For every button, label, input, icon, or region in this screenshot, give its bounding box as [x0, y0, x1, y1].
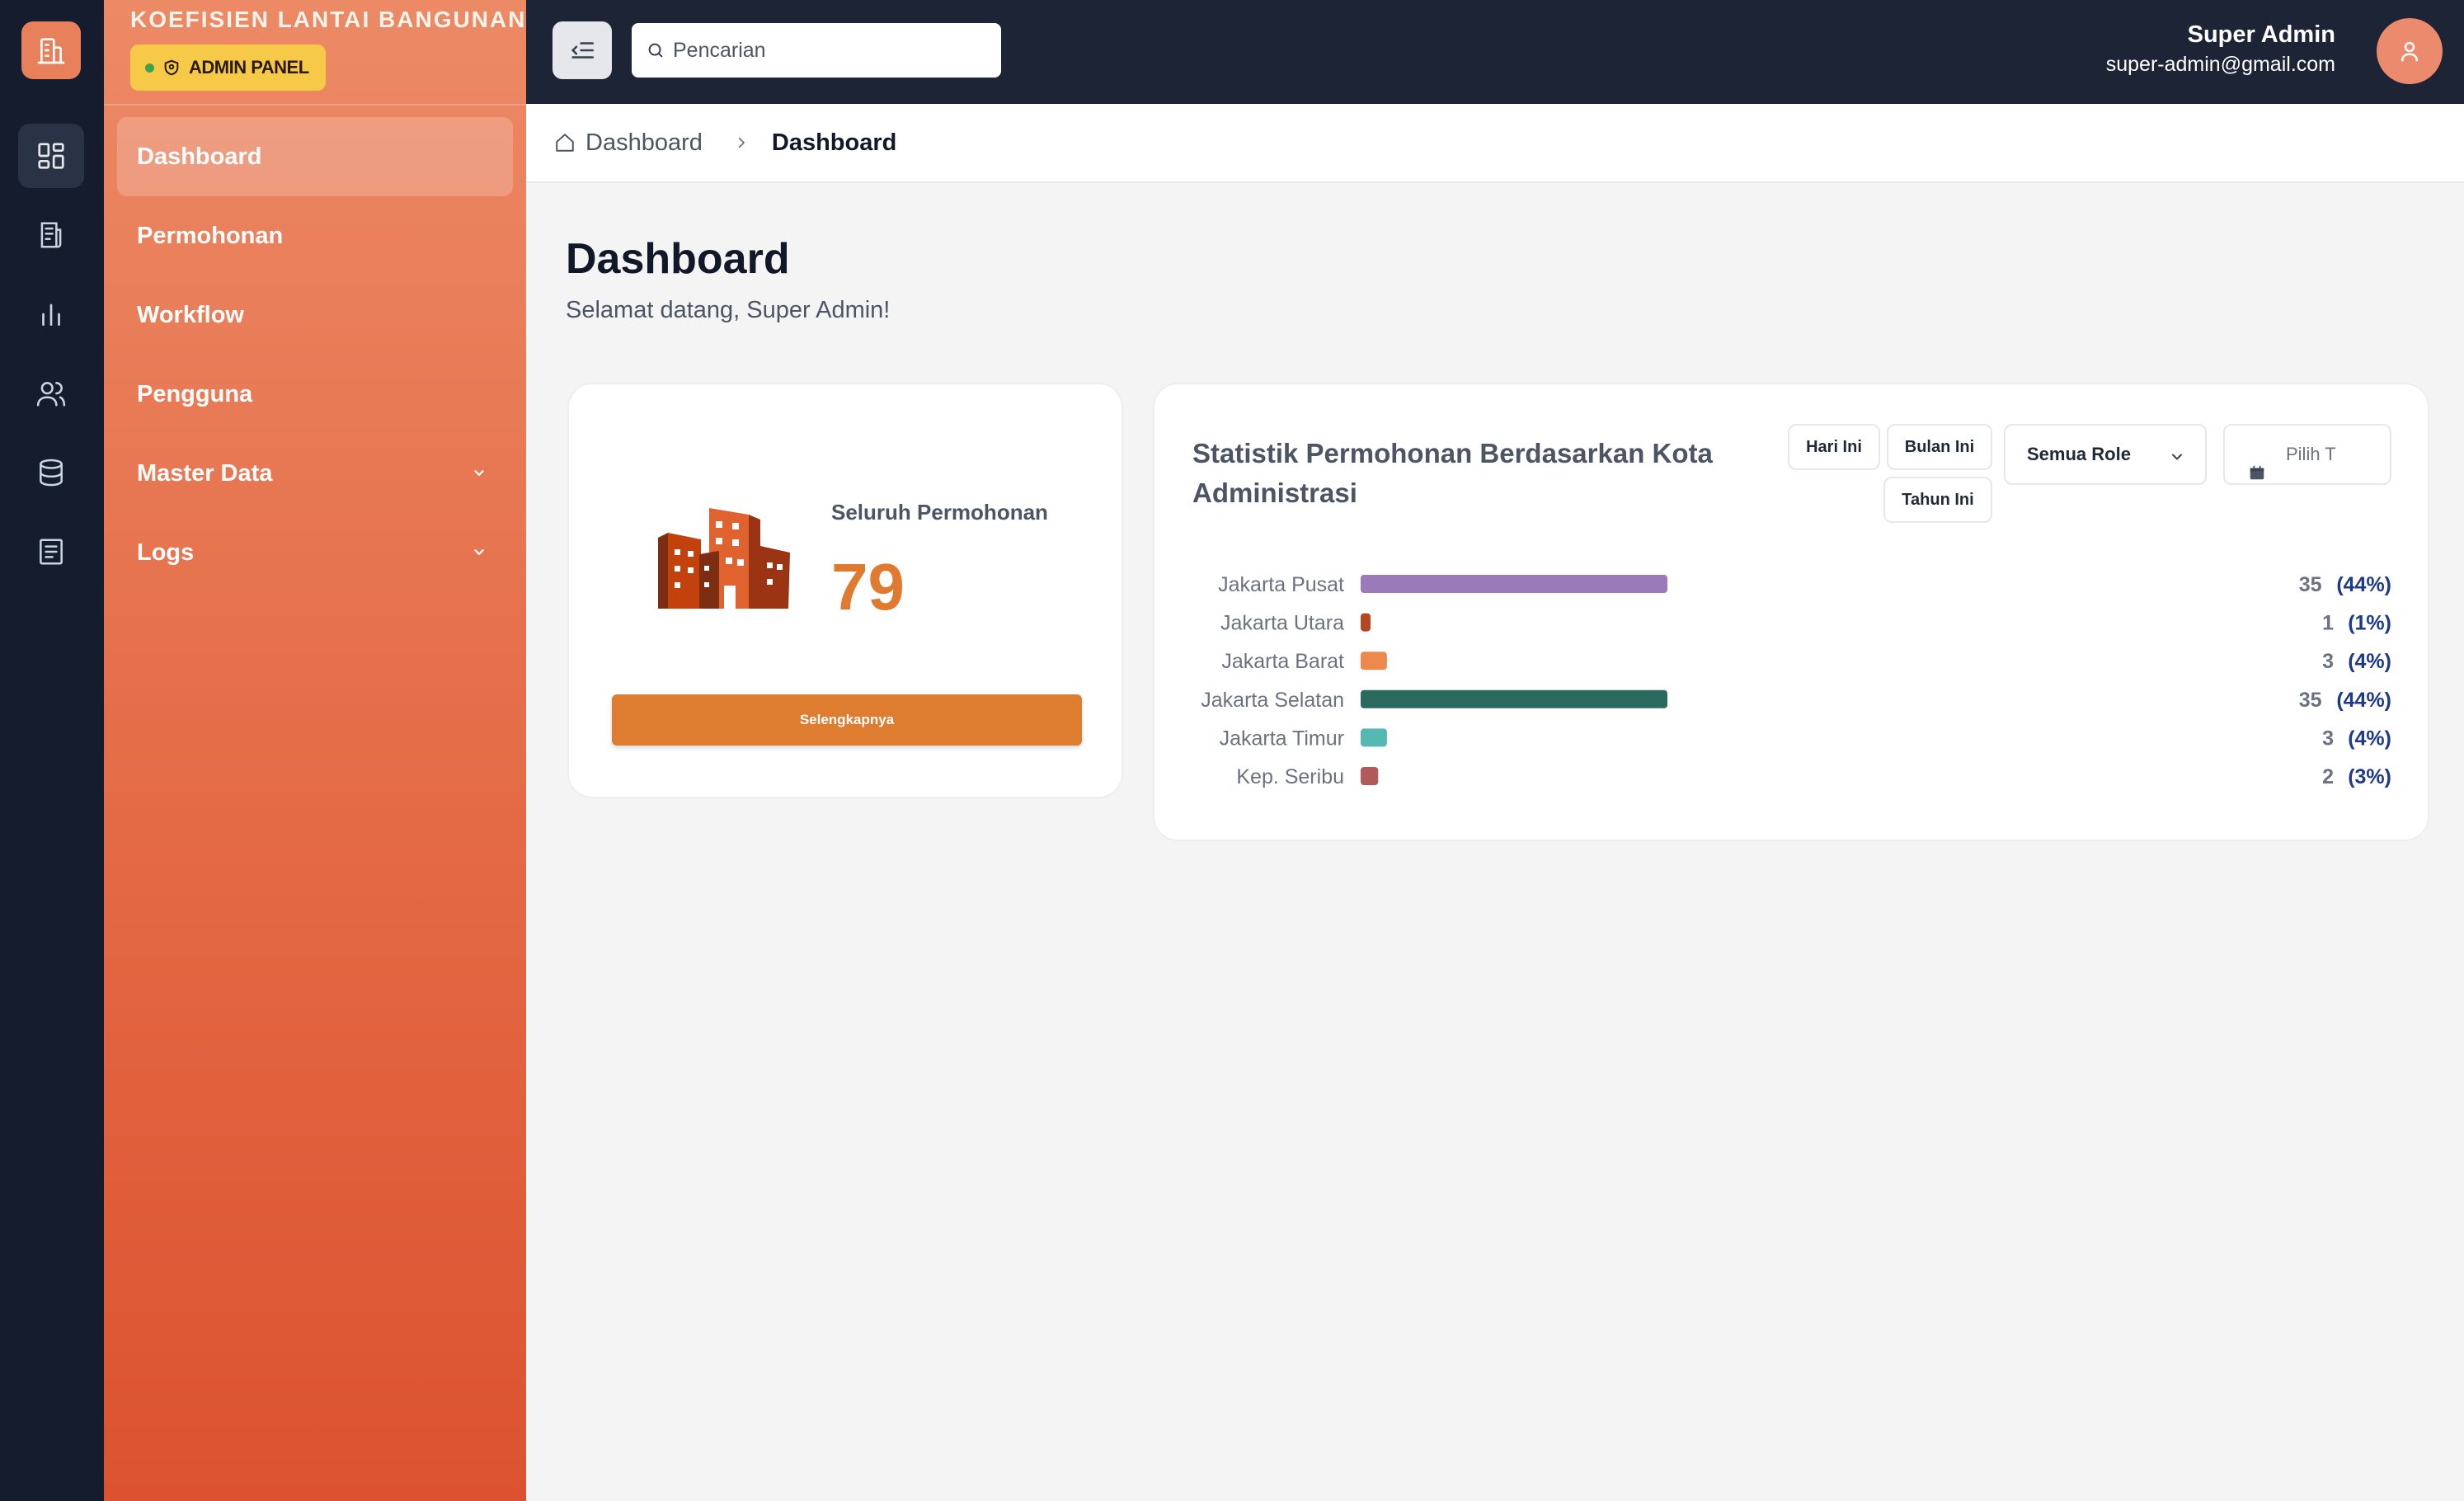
breadcrumb: Dashboard Dashboard: [526, 104, 2464, 183]
date-picker-input[interactable]: Pilih T: [2223, 424, 2391, 485]
sidebar-item-label: Workflow: [137, 301, 244, 328]
stat-value: 79: [831, 550, 905, 623]
sidebar-item-pengguna[interactable]: Pengguna: [117, 355, 513, 434]
building-logo-icon[interactable]: [21, 21, 81, 79]
bar-percent-label: (4%): [2348, 727, 2391, 750]
rail-logs-button[interactable]: [18, 520, 84, 584]
bar-chart-icon: [42, 303, 60, 327]
document-icon: [40, 222, 62, 248]
role-select-value: Semua Role: [2027, 444, 2131, 464]
bar-percent-label: (44%): [2336, 689, 2391, 712]
sidebar-item-label: Pengguna: [137, 380, 253, 407]
bar-value-label: 2: [2322, 765, 2334, 788]
bar[interactable]: [1361, 767, 1379, 785]
sidebar-item-permohonan[interactable]: Permohonan: [117, 196, 513, 275]
bar-category-label: Jakarta Selatan: [1201, 689, 1344, 712]
bar-category-label: Jakarta Utara: [1220, 612, 1344, 635]
search-icon: [648, 43, 663, 58]
chevron-right-icon: [734, 135, 749, 150]
buildings-illustration-icon: [658, 508, 790, 609]
top-header: Super Admin super-admin@gmail.com: [526, 0, 2464, 104]
icon-rail: [0, 0, 104, 1501]
selengkapnya-button[interactable]: Selengkapnya: [612, 694, 1082, 746]
avatar[interactable]: [2377, 18, 2443, 84]
sidebar-item-workflow[interactable]: Workflow: [117, 275, 513, 355]
sidebar-item-label: Permohonan: [137, 222, 284, 249]
dashboard-icon: [38, 143, 64, 169]
bar-value-label: 3: [2322, 727, 2334, 750]
role-select[interactable]: Semua Role: [2004, 424, 2207, 485]
page-subtitle: Selamat datang, Super Admin!: [566, 297, 891, 323]
rail-master-data-button[interactable]: [18, 440, 84, 505]
page-title: Dashboard: [566, 235, 790, 283]
stat-label: Seluruh Permohonan: [831, 500, 1048, 525]
bar-percent-label: (1%): [2348, 612, 2391, 635]
bar-percent-label: (44%): [2336, 573, 2391, 596]
user-icon: [2401, 41, 2418, 62]
bar[interactable]: [1361, 689, 1667, 708]
bar[interactable]: [1361, 728, 1387, 747]
chevron-down-icon: [2172, 454, 2182, 460]
bar-value-label: 3: [2322, 650, 2334, 673]
sidebar-divider: [104, 104, 526, 106]
chevron-down-icon: [474, 470, 484, 477]
bar-category-label: Jakarta Barat: [1221, 650, 1344, 673]
bar[interactable]: [1361, 652, 1387, 671]
rail-permohonan-button[interactable]: [18, 203, 84, 267]
bar-value-label: 35: [2299, 689, 2322, 712]
bar-category-label: Kep. Seribu: [1236, 765, 1344, 788]
bar-percent-label: (4%): [2348, 650, 2391, 673]
calendar-icon: [2250, 465, 2264, 480]
users-icon: [36, 382, 66, 407]
search-input[interactable]: [673, 38, 986, 63]
home-icon: [556, 134, 574, 152]
filter-tahun-ini-button[interactable]: Tahun Ini: [1883, 477, 1992, 523]
rail-pengguna-button[interactable]: [18, 361, 84, 426]
user-email: super-admin@gmail.com: [2105, 53, 2335, 76]
sidebar-item-dashboard[interactable]: Dashboard: [117, 117, 513, 196]
bar-category-label: Jakarta Pusat: [1218, 573, 1344, 596]
sidebar-item-label: Master Data: [137, 459, 273, 487]
collapse-menu-icon: [571, 42, 595, 59]
date-picker-placeholder: Pilih T: [2286, 444, 2336, 464]
bar-value-label: 1: [2322, 612, 2334, 635]
sidebar-item-label: Dashboard: [137, 143, 262, 170]
kota-bar-chart: Jakarta Pusat (44%) 35 Jakarta Utara (1%) 1 Ja…: [1201, 573, 2391, 788]
breadcrumb-home-link[interactable]: Dashboard: [554, 129, 703, 157]
sidebar-toggle-button[interactable]: [553, 21, 612, 79]
bar[interactable]: [1361, 575, 1667, 593]
bar-value-label: 35: [2299, 573, 2322, 596]
user-name: Super Admin: [2187, 21, 2335, 48]
rail-workflow-button[interactable]: [18, 282, 84, 346]
breadcrumb-current: Dashboard: [771, 129, 897, 156]
filter-bulan-ini-button[interactable]: Bulan Ini: [1887, 424, 1992, 470]
bar-category-label: Jakarta Timur: [1220, 727, 1344, 750]
app-title: KOEFISIEN LANTAI BANGUNAN: [130, 7, 527, 32]
database-icon: [40, 459, 63, 487]
sidebar-item-label: Logs: [137, 539, 195, 566]
total-permohonan-card: Seluruh Permohonan 79 Selengkapnya: [567, 383, 1123, 798]
filter-hari-ini-button[interactable]: Hari Ini: [1788, 424, 1880, 470]
statistik-card: Statistik Permohonan Berdasarkan Kota Ad…: [1153, 383, 2429, 841]
sidebar-item-master-data[interactable]: Master Data: [117, 434, 513, 513]
search-box[interactable]: [632, 23, 1001, 78]
bar-percent-label: (3%): [2348, 765, 2391, 788]
logs-icon: [40, 539, 63, 565]
rail-dashboard-button[interactable]: [18, 124, 84, 188]
sidebar: KOEFISIEN LANTAI BANGUNAN ADMIN PANEL Da…: [104, 0, 526, 1501]
bar[interactable]: [1361, 613, 1371, 632]
admin-panel-badge: ADMIN PANEL: [130, 45, 326, 91]
chevron-down-icon: [474, 549, 484, 556]
admin-badge-label: ADMIN PANEL: [189, 57, 309, 78]
breadcrumb-home-label: Dashboard: [585, 129, 703, 156]
sidebar-item-logs[interactable]: Logs: [117, 513, 513, 592]
status-dot: [145, 63, 154, 73]
shield-icon: [164, 59, 179, 76]
chart-title: Statistik Permohonan Berdasarkan Kota Ad…: [1192, 438, 1713, 508]
